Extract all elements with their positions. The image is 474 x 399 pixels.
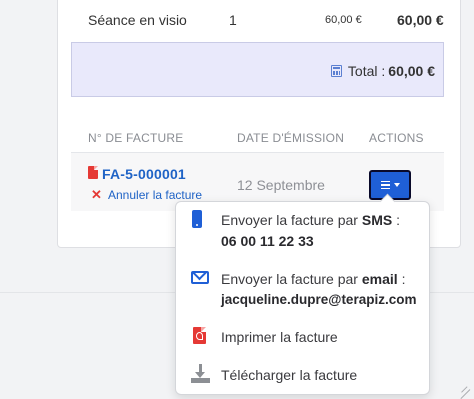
email-address[interactable]: jacqueline.dupre@terapiz.com	[221, 292, 416, 307]
menu-item-download-invoice[interactable]: Télécharger la facture	[221, 367, 357, 383]
total-box: Total : 60,00 €	[71, 42, 444, 97]
column-header-actions: ACTIONS	[369, 131, 424, 145]
invoice-issue-date: 12 Septembre	[237, 177, 325, 193]
cancel-invoice-link[interactable]: Annuler la facture	[108, 188, 202, 202]
menu-item-send-sms-prefix: Envoyer la facture par	[221, 212, 358, 228]
mobile-phone-icon[interactable]	[192, 210, 202, 228]
resize-handle-icon[interactable]	[460, 380, 471, 399]
cancel-x-icon[interactable]: ✕	[91, 187, 102, 203]
total-value: 60,00 €	[388, 63, 435, 79]
menu-item-send-sms-channel: SMS	[361, 212, 393, 228]
menu-item-send-sms[interactable]: Envoyer la facture par SMS :	[221, 212, 400, 228]
column-header-invoice-number: N° DE FACTURE	[88, 131, 184, 145]
total-label: Total :	[347, 63, 386, 79]
calculator-icon	[330, 65, 342, 77]
menu-item-send-sms-colon: :	[396, 212, 400, 228]
envelope-icon[interactable]	[191, 271, 209, 284]
service-unit-price: 60,00 €	[325, 14, 362, 26]
service-quantity: 1	[229, 12, 237, 28]
menu-item-send-email[interactable]: Envoyer la facture par email :	[221, 271, 405, 287]
menu-item-print-invoice[interactable]: Imprimer la facture	[221, 329, 338, 345]
list-icon	[380, 180, 390, 190]
pdf-print-icon[interactable]	[193, 327, 206, 344]
chevron-down-icon	[393, 183, 400, 187]
service-label: Séance en visio	[88, 12, 187, 28]
service-amount: 60,00 €	[397, 12, 444, 28]
menu-item-send-email-channel: email	[361, 271, 398, 287]
sms-phone-number[interactable]: 06 00 11 22 33	[221, 233, 314, 249]
download-icon[interactable]	[191, 364, 210, 384]
pdf-file-icon	[88, 166, 98, 179]
column-header-issue-date: DATE D'ÉMISSION	[237, 131, 345, 145]
menu-item-send-email-colon: :	[401, 271, 406, 287]
menu-item-send-email-prefix: Envoyer la facture par	[221, 271, 358, 287]
invoice-number-link[interactable]: FA-5-000001	[102, 166, 186, 182]
